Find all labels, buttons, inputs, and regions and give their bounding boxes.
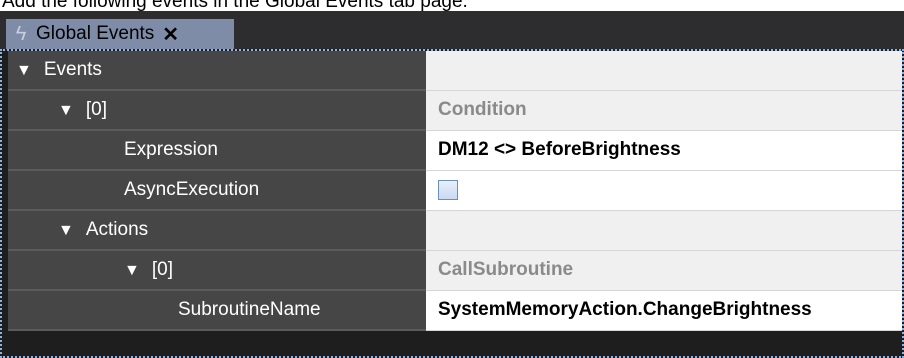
property-name: [0] (151, 259, 173, 280)
row-action-0[interactable]: ▼ [0] CallSubroutine (8, 251, 902, 291)
close-icon[interactable]: ✕ (162, 22, 179, 47)
row-events[interactable]: ▼ Events (8, 51, 902, 91)
row-expression[interactable]: Expression DM12 <> BeforeBrightness (8, 131, 902, 171)
expand-arrow-icon[interactable]: ▼ (16, 52, 32, 90)
row-name-cell: ▼ Actions (8, 211, 426, 251)
row-name-cell: Expression (8, 131, 426, 171)
row-name-cell: AsyncExecution (8, 171, 426, 211)
tab-global-events[interactable]: ϟ Global Events ✕ (6, 19, 234, 49)
category-value (426, 211, 902, 251)
subroutine-name-value[interactable]: SystemMemoryAction.ChangeBrightness (426, 291, 902, 331)
property-name: SubroutineName (178, 299, 321, 320)
category-value (426, 51, 902, 91)
expand-arrow-icon[interactable]: ▼ (58, 212, 74, 250)
row-name-cell: SubroutineName (8, 291, 426, 331)
lightning-icon: ϟ (15, 22, 27, 45)
property-name: Expression (124, 139, 218, 160)
row-name-cell: ▼ [0] (8, 251, 426, 291)
tab-strip: ϟ Global Events ✕ (0, 11, 904, 49)
type-value: CallSubroutine (426, 251, 902, 291)
property-name: Events (43, 59, 102, 80)
row-async-execution[interactable]: AsyncExecution (8, 171, 902, 211)
row-actions[interactable]: ▼ Actions (8, 211, 902, 251)
type-value: Condition (426, 91, 902, 131)
async-execution-value (426, 171, 902, 211)
expand-arrow-icon[interactable]: ▼ (124, 252, 140, 290)
property-grid: ▼ Events ▼ [0] Condition Expression DM12 <… (0, 49, 904, 358)
row-name-cell: ▼ Events (8, 51, 426, 91)
property-name: Actions (85, 219, 149, 240)
property-name: [0] (85, 99, 107, 120)
async-execution-checkbox[interactable] (438, 179, 458, 200)
row-subroutine-name[interactable]: SubroutineName SystemMemoryAction.Change… (8, 291, 902, 331)
tab-label: Global Events (36, 23, 155, 44)
expression-value[interactable]: DM12 <> BeforeBrightness (426, 131, 902, 171)
global-events-window: ϟ Global Events ✕ ▼ Events ▼ [0] Condition… (0, 11, 904, 358)
row-event-0[interactable]: ▼ [0] Condition (8, 91, 902, 131)
row-name-cell: ▼ [0] (8, 91, 426, 131)
property-name: AsyncExecution (124, 179, 260, 200)
expand-arrow-icon[interactable]: ▼ (58, 92, 74, 130)
